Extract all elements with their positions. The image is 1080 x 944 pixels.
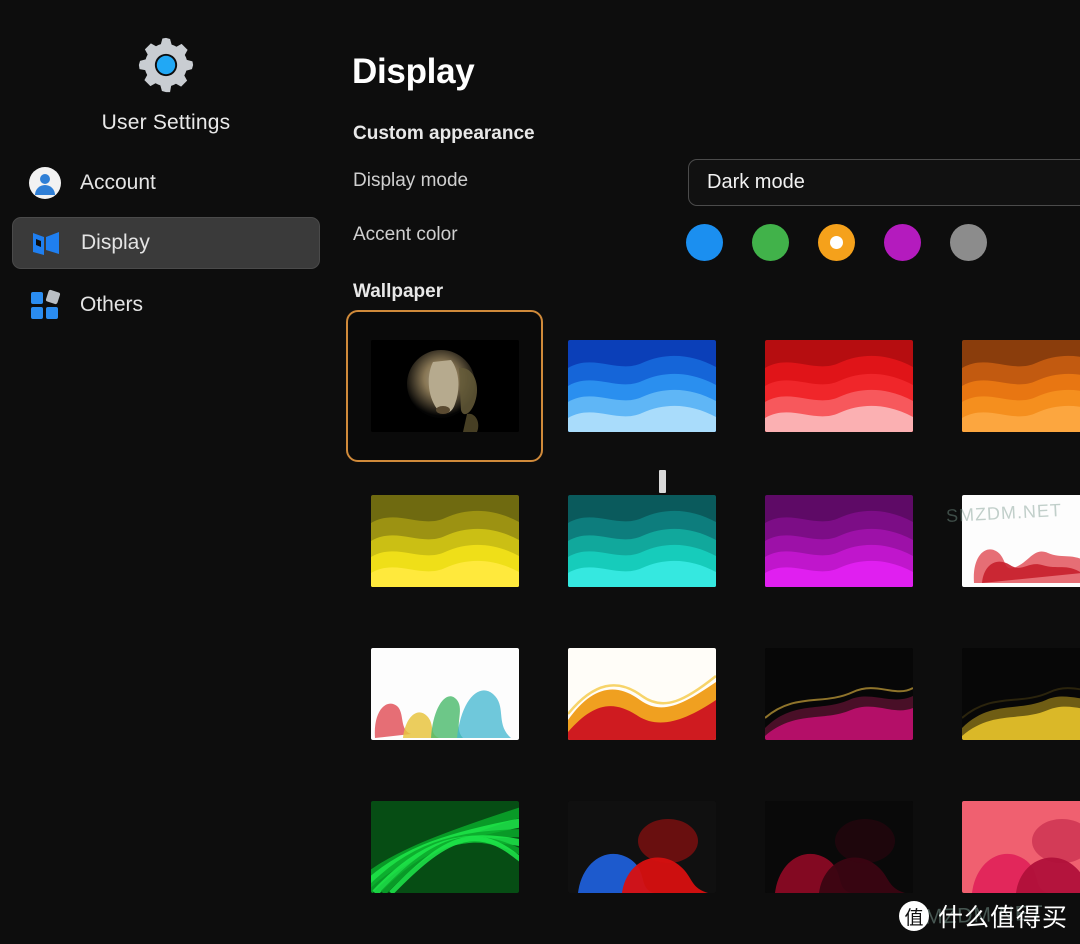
wallpaper-image — [567, 340, 716, 432]
wallpaper-thumb-teal-waves[interactable] — [543, 465, 740, 617]
wallpaper-thumb-blue-waves[interactable] — [543, 310, 740, 462]
wallpaper-image — [567, 648, 716, 740]
settings-window: User Settings Account Display Others Dis… — [0, 0, 1080, 944]
account-person-icon — [28, 166, 62, 200]
brand-label: User Settings — [101, 111, 231, 134]
accent-color-swatches — [686, 224, 987, 261]
display-mode-dropdown[interactable]: Dark mode — [688, 159, 1080, 206]
watermark-logo-icon: 值 — [898, 901, 929, 931]
text-cursor-icon — [659, 470, 666, 493]
wallpaper-thumb-magenta-waves[interactable] — [740, 465, 937, 617]
display-mode-value: Dark mode — [707, 171, 805, 193]
wallpaper-thumb-red-gold-ribbon-white[interactable] — [543, 618, 740, 770]
wallpaper-thumb-yellow-waves[interactable] — [346, 465, 543, 617]
watermark-text: 什么值得买 — [937, 903, 1068, 932]
wallpaper-thumb-red-smoke-white[interactable] — [937, 465, 1080, 617]
sidebar-item-label-display: Display — [81, 231, 150, 254]
sidebar-item-account[interactable]: Account — [12, 157, 320, 209]
wallpaper-image — [370, 495, 519, 587]
display-panel-icon — [29, 226, 63, 260]
accent-swatch-gray[interactable] — [950, 224, 987, 261]
wallpaper-thumb-green-swirl[interactable] — [346, 771, 543, 923]
wallpaper-thumb-red-waves[interactable] — [740, 310, 937, 462]
sidebar-item-others[interactable]: Others — [12, 279, 320, 331]
watermark: 值 什么值得买 — [898, 898, 1068, 934]
others-squares-icon — [28, 288, 62, 322]
accent-swatch-purple[interactable] — [884, 224, 921, 261]
wallpaper-thumb-gold-ribbon-dark[interactable] — [937, 618, 1080, 770]
wallpaper-image — [370, 340, 519, 432]
wallpaper-thumb-rainbow-smoke-white[interactable] — [346, 618, 543, 770]
main-panel: Display Custom appearance Display mode A… — [332, 0, 1080, 944]
sidebar: User Settings Account Display Others — [0, 0, 332, 944]
wallpaper-image — [370, 801, 519, 893]
wallpaper-image — [764, 648, 913, 740]
wallpaper-image — [961, 648, 1080, 740]
wallpaper-thumb-orange-waves[interactable] — [937, 310, 1080, 462]
brand-header: User Settings — [0, 34, 332, 135]
wallpaper-image — [764, 801, 913, 893]
wallpaper-thumb-ram-portrait-dark[interactable] — [346, 310, 543, 462]
wallpaper-thumb-magenta-ribbon-dark[interactable] — [740, 618, 937, 770]
wallpaper-image — [370, 648, 519, 740]
gear-icon — [135, 34, 197, 96]
accent-swatch-blue[interactable] — [686, 224, 723, 261]
wallpaper-image — [764, 340, 913, 432]
wallpaper-image — [961, 801, 1080, 893]
section-heading-appearance: Custom appearance — [353, 123, 535, 144]
wallpaper-image — [961, 340, 1080, 432]
accent-swatch-green[interactable] — [752, 224, 789, 261]
wallpaper-image — [567, 801, 716, 893]
display-mode-label: Display mode — [353, 170, 469, 191]
section-heading-wallpaper: Wallpaper — [353, 281, 444, 302]
wallpaper-image — [764, 495, 913, 587]
sidebar-item-label-account: Account — [80, 171, 156, 194]
accent-color-label: Accent color — [353, 224, 458, 245]
page-title: Display — [352, 52, 475, 91]
wallpaper-image — [567, 495, 716, 587]
sidebar-item-display[interactable]: Display — [12, 217, 320, 269]
accent-swatch-orange[interactable] — [818, 224, 855, 261]
wallpaper-thumb-blue-red-paint[interactable] — [543, 771, 740, 923]
sidebar-item-label-others: Others — [80, 293, 144, 316]
